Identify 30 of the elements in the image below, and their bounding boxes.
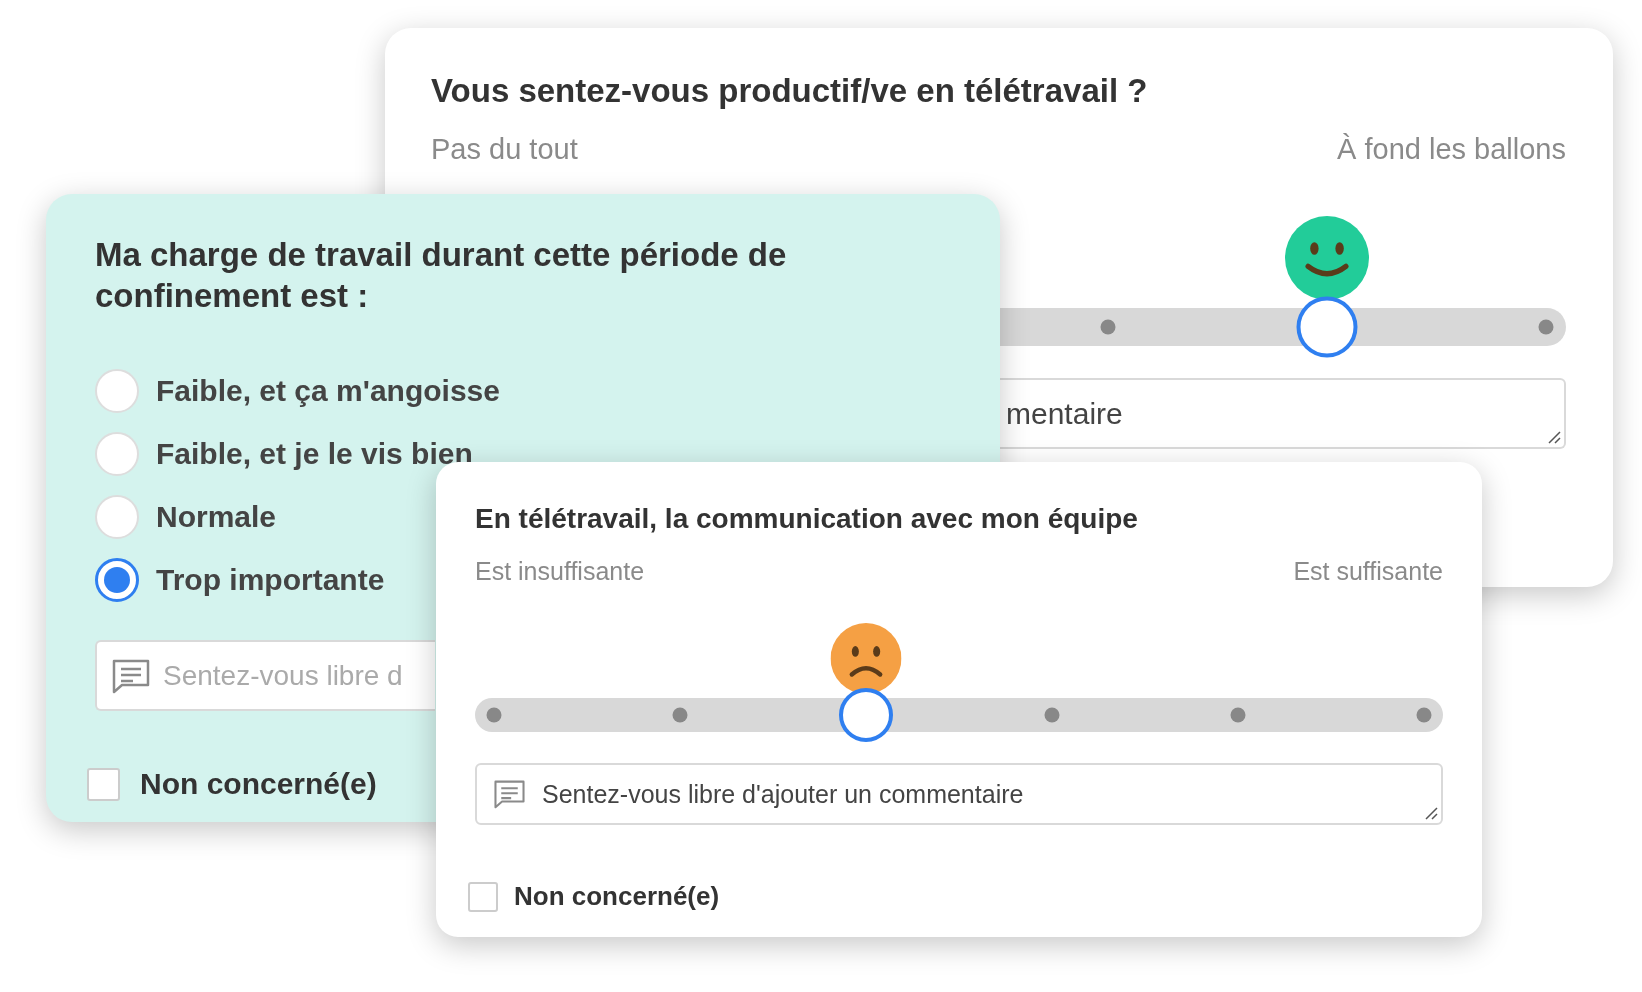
option-label: Faible, et je le vis bien [156,437,473,471]
question-title: Ma charge de travail durant cette période de confinement est : [95,235,788,316]
comment-field[interactable]: Sentez-vous libre d'ajouter un commentaire [475,763,1443,825]
question-title: En télétravail, la communication avec mon équipe [475,502,1139,536]
scale-min-label: Pas du tout [431,133,578,166]
comment-field[interactable]: mentaire [1000,378,1566,449]
option-label: Trop importante [156,563,385,597]
smiley-icon [1285,216,1369,300]
scale-max-label: Est suffisante [1293,557,1443,586]
comment-input[interactable]: mentaire [1004,395,1548,432]
checkbox[interactable] [468,881,498,912]
slider-track[interactable] [475,698,1443,732]
comment-input[interactable]: Sentez-vous libre d [161,658,431,693]
scale-min-label: Est insuffisante [475,557,645,586]
checkbox-label: Non concerné(e) [140,767,377,801]
comment-icon [111,657,151,694]
question-title: Vous sentez-vous productif/ve en télétravail ? [431,71,1149,111]
option-label: Faible, et ça m'angoisse [156,374,500,408]
sad-face-icon [830,623,902,694]
scale-max-label: À fond les ballons [1337,133,1566,166]
resize-handle-icon [1424,806,1438,820]
comment-icon [493,779,526,809]
slider-thumb[interactable] [839,688,893,742]
radio-button[interactable] [95,558,139,602]
comment-field[interactable]: Sentez-vous libre d [95,640,435,711]
checkbox-label: Non concerné(e) [514,881,720,912]
option-label: Normale [156,500,277,534]
comment-input[interactable]: Sentez-vous libre d'ajouter un commentaire [540,778,1425,810]
checkbox[interactable] [87,767,120,801]
resize-handle-icon [1547,430,1561,444]
